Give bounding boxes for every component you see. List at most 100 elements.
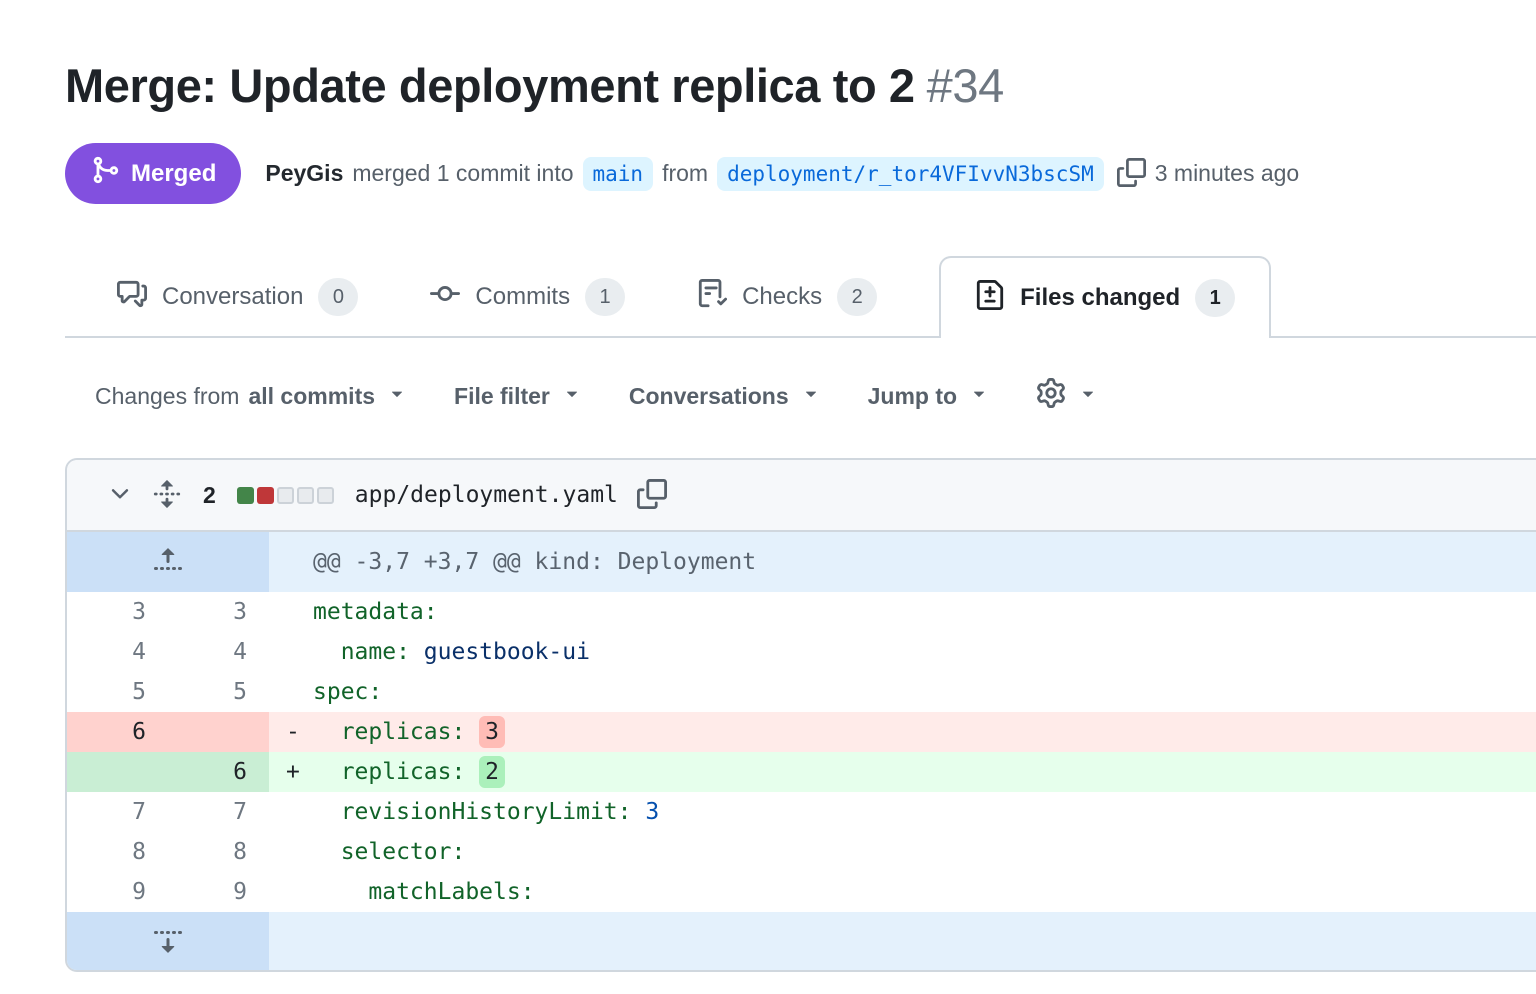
diff-stat-square [257, 487, 274, 504]
diff-marker [269, 872, 313, 912]
diff-marker [269, 632, 313, 672]
chevron-down-icon [107, 481, 133, 510]
diff-marker [269, 832, 313, 872]
new-line-number[interactable]: 4 [168, 632, 269, 672]
new-line-number[interactable] [168, 712, 269, 752]
old-line-number[interactable]: 4 [67, 632, 168, 672]
file-diff-panel: 2 app/deployment.yaml @@ -3,7 +3,7 @@ ki… [65, 458, 1536, 972]
old-line-number[interactable]: 8 [67, 832, 168, 872]
expand-up-icon [152, 545, 184, 580]
expand-all-button[interactable] [152, 479, 182, 512]
hunk-header-row: @@ -3,7 +3,7 @@ kind: Deployment [67, 532, 1536, 592]
changes-from-dropdown[interactable]: Changes from all commits [95, 382, 408, 410]
file-filter-label: File filter [454, 383, 550, 410]
diff-toolbar: Changes from all commits File filter Con… [65, 378, 1536, 414]
yaml-key: selector: [313, 839, 465, 865]
file-header: 2 app/deployment.yaml [67, 460, 1536, 532]
status-badge-label: Merged [131, 160, 216, 188]
copy-icon [1117, 158, 1146, 190]
pr-tab-bar: Conversation 0 Commits 1 Checks 2 Files … [65, 258, 1536, 338]
hunk-header-text: @@ -3,7 +3,7 @@ kind: Deployment [269, 532, 756, 592]
head-branch-chip[interactable]: deployment/r_tor4VFIvvN3bscSM [717, 157, 1104, 191]
copy-branch-button[interactable] [1117, 158, 1146, 190]
diff-marker: - [269, 712, 313, 752]
old-line-number[interactable]: 7 [67, 792, 168, 832]
yaml-key: metadata: [313, 599, 438, 625]
diff-line: 88 selector: [67, 832, 1536, 872]
expand-hunk-up-button[interactable] [67, 532, 269, 592]
diff-settings-dropdown[interactable] [1036, 378, 1099, 414]
diff-line-removed: 6- replicas: 3 [67, 712, 1536, 752]
new-line-number[interactable]: 6 [168, 752, 269, 792]
git-merge-icon [90, 155, 120, 192]
copy-icon [637, 479, 667, 512]
old-line-number[interactable]: 5 [67, 672, 168, 712]
tab-files-changed[interactable]: Files changed 1 [939, 256, 1271, 338]
yaml-key: spec: [313, 679, 382, 705]
new-line-number[interactable]: 3 [168, 592, 269, 632]
pr-title-text: Merge: Update deployment replica to 2 [65, 59, 915, 112]
diff-line: 99 matchLabels: [67, 872, 1536, 912]
diff-line: 55 spec: [67, 672, 1536, 712]
status-badge: Merged [65, 143, 241, 204]
new-line-number[interactable]: 5 [168, 672, 269, 712]
page-title: Merge: Update deployment replica to 2#34 [65, 58, 1536, 113]
triangle-down-icon [800, 382, 822, 410]
tab-commits[interactable]: Commits 1 [408, 258, 647, 336]
diff-stat-square [277, 487, 294, 504]
new-line-number[interactable]: 8 [168, 832, 269, 872]
yaml-key: name: [313, 639, 410, 665]
changed-lines-count: 2 [203, 482, 216, 509]
new-line-number[interactable]: 7 [168, 792, 269, 832]
changes-from-label: Changes from [95, 383, 239, 410]
expand-down-icon [152, 924, 184, 959]
tab-conversation[interactable]: Conversation 0 [95, 258, 380, 336]
yaml-key: matchLabels: [313, 879, 535, 905]
diff-stat-square [317, 487, 334, 504]
diff-stat-square [237, 487, 254, 504]
file-name-link[interactable]: app/deployment.yaml [355, 482, 618, 508]
merged-time: 3 minutes ago [1155, 160, 1299, 187]
triangle-down-icon [561, 382, 583, 410]
jump-to-dropdown[interactable]: Jump to [868, 382, 990, 410]
jump-to-label: Jump to [868, 383, 957, 410]
from-label: from [662, 160, 708, 187]
expand-hunk-down-button[interactable] [67, 912, 269, 970]
pr-number: #34 [927, 59, 1004, 112]
checklist-icon [697, 279, 727, 316]
yaml-value: guestbook-ui [410, 639, 590, 665]
collapse-file-button[interactable] [107, 481, 133, 510]
old-line-number[interactable]: 3 [67, 592, 168, 632]
author-link[interactable]: PeyGis [265, 160, 343, 187]
hunk-expander-row [67, 912, 1536, 970]
old-line-number[interactable]: 6 [67, 712, 168, 752]
git-commit-icon [430, 279, 460, 316]
old-line-number[interactable]: 9 [67, 872, 168, 912]
changes-from-value: all commits [248, 383, 375, 410]
conversations-label: Conversations [629, 383, 789, 410]
yaml-key: replicas: [313, 759, 479, 785]
diff-stat-square [297, 487, 314, 504]
pr-page: Merge: Update deployment replica to 2#34… [0, 0, 1536, 972]
tab-counter: 2 [837, 278, 877, 316]
tab-counter: 1 [1195, 279, 1235, 317]
old-line-number[interactable] [67, 752, 168, 792]
diff-line: 33 metadata: [67, 592, 1536, 632]
copy-file-path-button[interactable] [637, 479, 667, 512]
diff-marker [269, 592, 313, 632]
diff-line: 77 revisionHistoryLimit: 3 [67, 792, 1536, 832]
gear-icon [1036, 378, 1066, 414]
file-filter-dropdown[interactable]: File filter [454, 382, 583, 410]
tab-label: Checks [742, 283, 822, 311]
new-line-number[interactable]: 9 [168, 872, 269, 912]
conversations-dropdown[interactable]: Conversations [629, 382, 822, 410]
tab-counter: 0 [318, 278, 358, 316]
base-branch-chip[interactable]: main [583, 157, 654, 191]
diff-marker: + [269, 752, 313, 792]
diff-table: @@ -3,7 +3,7 @@ kind: Deployment 33 metad… [67, 532, 1536, 970]
tab-checks[interactable]: Checks 2 [675, 258, 899, 336]
yaml-key: revisionHistoryLimit: [313, 799, 632, 825]
diff-stat-squares [237, 487, 334, 504]
yaml-key: replicas: [313, 719, 479, 745]
diff-line-added: 6+ replicas: 2 [67, 752, 1536, 792]
